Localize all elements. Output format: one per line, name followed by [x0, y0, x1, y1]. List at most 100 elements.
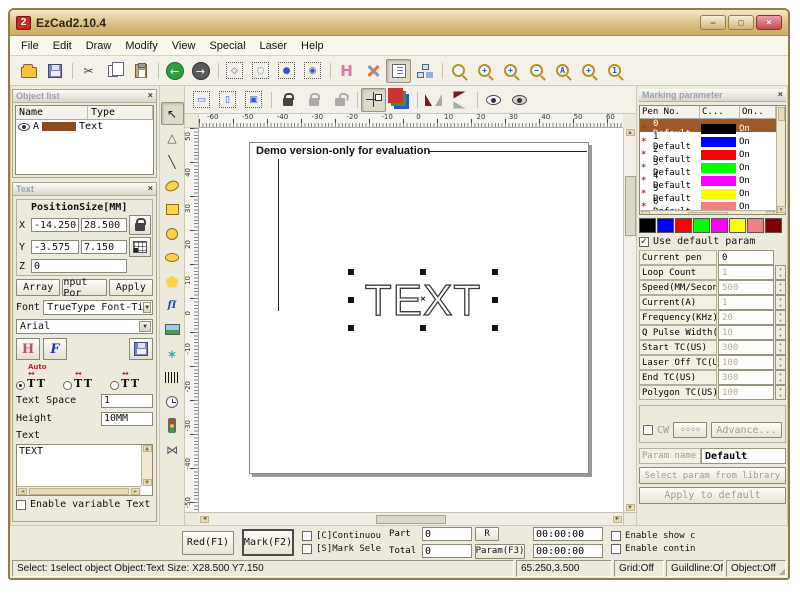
param-value-field[interactable]: 100	[718, 355, 774, 370]
checkbox-box[interactable]	[16, 500, 26, 510]
close-icon[interactable]: ×	[148, 91, 153, 101]
y-position-field[interactable]: -3.575	[31, 240, 79, 254]
y-size-field[interactable]: 7.150	[81, 240, 127, 254]
continuous-checkbox[interactable]: [C]Continuou	[302, 531, 381, 541]
node-delete-button[interactable]: ●	[274, 59, 299, 83]
x-size-field[interactable]: 28.500	[81, 218, 127, 232]
vertical-scrollbar[interactable]: ▲▼	[141, 445, 152, 486]
pick-color-button[interactable]	[387, 88, 412, 112]
text-object[interactable]: TEXT ×	[350, 271, 496, 329]
scroll-up-icon[interactable]: ▲	[626, 129, 635, 136]
z-position-field[interactable]: 0	[31, 259, 127, 273]
lock-disabled-button[interactable]	[301, 88, 326, 112]
save-button[interactable]	[42, 59, 67, 83]
scroll-down-icon[interactable]: ▼	[626, 504, 635, 511]
param-name-field[interactable]: Default	[701, 448, 786, 464]
zoom-window-button[interactable]	[446, 59, 471, 83]
part-count-field[interactable]: 0	[422, 527, 472, 541]
resize-handle[interactable]	[348, 297, 354, 303]
menu-item[interactable]: Laser	[253, 38, 295, 54]
canvas-hscrollbar[interactable]: ◄ ►	[199, 512, 623, 525]
select-param-library-button[interactable]: Select param from library	[639, 467, 786, 484]
work-page[interactable]: Demo version-only for evaluation TEXT	[249, 142, 589, 474]
resize-handle[interactable]	[492, 269, 498, 275]
mark-f2-button[interactable]: Mark(F2)	[242, 529, 294, 556]
char-space-radio[interactable]: Auto ↔TT	[16, 377, 59, 390]
zoom-move-button[interactable]: +	[472, 59, 497, 83]
chevron-down-icon[interactable]: ▼	[143, 302, 151, 313]
palette-swatch[interactable]	[765, 218, 782, 233]
lock-ratio-button[interactable]	[129, 215, 151, 235]
unlock-button[interactable]	[327, 88, 352, 112]
minimize-button[interactable]: —	[700, 15, 726, 30]
line-button[interactable]: ╲	[161, 150, 184, 173]
tools-button[interactable]	[360, 59, 385, 83]
palette-swatch[interactable]	[693, 218, 710, 233]
undo-button[interactable]: ←	[162, 59, 187, 83]
enable-show-contour-checkbox[interactable]: Enable show c	[611, 531, 695, 541]
text-space-field[interactable]: 1	[101, 394, 153, 408]
close-icon[interactable]: ×	[778, 90, 783, 100]
menu-item[interactable]: Draw	[79, 38, 119, 54]
use-default-param-checkbox[interactable]: ✓ Use default param	[639, 236, 786, 247]
open-button[interactable]	[16, 59, 41, 83]
cut-button[interactable]: ✂	[76, 59, 101, 83]
resize-handle[interactable]	[420, 269, 426, 275]
mark-selected-checkbox[interactable]: [S]Mark Sele	[302, 544, 381, 554]
menu-item[interactable]: File	[14, 38, 46, 54]
text-button[interactable]: fI	[161, 294, 184, 317]
zoom-all-button[interactable]: A	[550, 59, 575, 83]
font-type-select[interactable]: TrueType Font-Ti▼	[43, 300, 153, 315]
node-edit-button[interactable]: △	[161, 126, 184, 149]
zoom-1to1-button[interactable]: 1	[602, 59, 627, 83]
node-combine-button[interactable]: ◉	[300, 59, 325, 83]
checkbox-box[interactable]: ✓	[639, 237, 649, 247]
show-all-button[interactable]	[507, 88, 532, 112]
spinner-control[interactable]: ▲▼	[775, 340, 786, 355]
delay-button[interactable]: ⋈	[161, 438, 184, 461]
menu-item[interactable]: Edit	[46, 38, 79, 54]
resize-handle[interactable]	[348, 269, 354, 275]
menu-item[interactable]: Modify	[118, 38, 164, 54]
param-value-field[interactable]: 10	[718, 325, 774, 340]
spinner-control[interactable]: ▲▼	[775, 370, 786, 385]
node-add-button[interactable]: ◌	[248, 59, 273, 83]
polygon-button[interactable]	[161, 270, 184, 293]
vector-button[interactable]: ∗	[161, 342, 184, 365]
show-pen-button[interactable]	[481, 88, 506, 112]
zoom-out-button[interactable]: −	[524, 59, 549, 83]
maximize-button[interactable]: □	[728, 15, 754, 30]
group-button[interactable]: ▭	[189, 88, 214, 112]
image-button[interactable]	[161, 318, 184, 341]
italic-button[interactable]: F	[43, 338, 67, 360]
char-space-radio[interactable]: ↔TT	[110, 377, 153, 390]
apply-button[interactable]: Apply	[109, 279, 153, 296]
input-port-button[interactable]: nput Por	[62, 279, 106, 296]
grid-status[interactable]: Grid:Off	[614, 560, 664, 577]
object-list-button[interactable]	[386, 59, 411, 83]
canvas-vscrollbar[interactable]: ▲ ▼	[623, 128, 636, 512]
advance-button[interactable]: Advance...	[711, 422, 782, 438]
font-name-select[interactable]: Arial▼	[16, 319, 153, 334]
guideline-status[interactable]: Guildline:Of	[666, 560, 724, 577]
palette-swatch[interactable]	[675, 218, 692, 233]
hatch-button[interactable]: H	[334, 59, 359, 83]
palette-swatch[interactable]	[657, 218, 674, 233]
param-value-field[interactable]: 300	[718, 370, 774, 385]
resize-handle[interactable]	[492, 325, 498, 331]
scroll-left-icon[interactable]: ◄	[200, 516, 209, 523]
resize-handle[interactable]	[348, 325, 354, 331]
menu-item[interactable]: Help	[294, 38, 331, 54]
spinner-control[interactable]: ▲▼	[775, 325, 786, 340]
circle-button[interactable]	[161, 222, 184, 245]
scroll-right-icon[interactable]: ►	[613, 516, 622, 523]
palette-swatch[interactable]	[729, 218, 746, 233]
horizontal-scrollbar[interactable]: ◄►	[17, 486, 141, 495]
resize-handle[interactable]	[492, 297, 498, 303]
resize-grip-icon[interactable]: ◢	[779, 567, 785, 576]
rectangle-button[interactable]	[161, 198, 184, 221]
flip-v-button[interactable]	[447, 88, 472, 112]
node-select-button[interactable]: ◇	[222, 59, 247, 83]
enable-variable-text-checkbox[interactable]: Enable variable Text	[16, 499, 153, 510]
reset-count-button[interactable]: R	[475, 527, 499, 541]
